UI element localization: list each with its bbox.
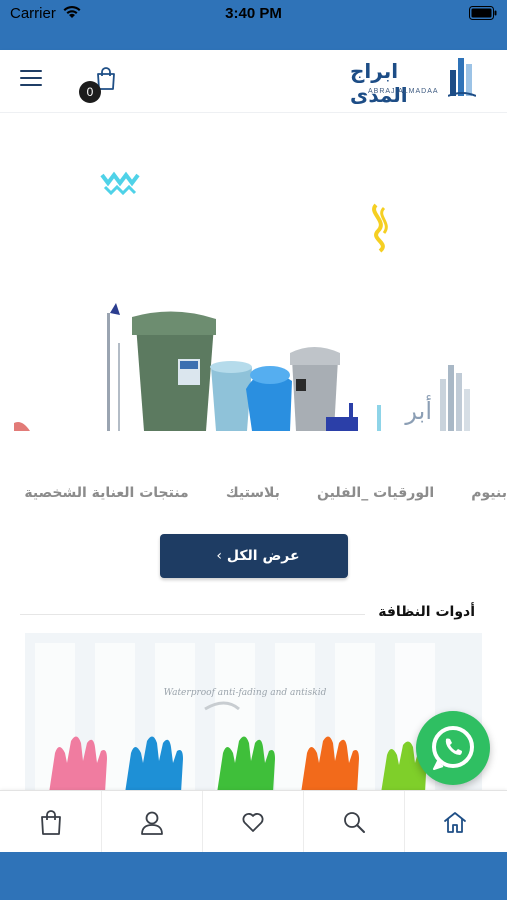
menu-icon-bar [20,70,42,72]
tab-account[interactable] [101,791,203,853]
category-item[interactable]: الورقيات _الفلين [317,485,434,501]
section-divider [20,614,365,615]
category-item[interactable]: منتجات العناية الشخصية [24,485,188,501]
building-logo-icon [448,58,476,97]
cleaning-gloves-illustration: Waterproof anti-fading and antiskid [25,633,482,793]
category-item[interactable]: بلاستيك [226,485,280,501]
menu-icon-bar [20,84,42,86]
category-strip: بنيوم الورقيات _الفلين بلاستيك منتجات ال… [0,482,507,504]
logo-text-arabic: ابراج المدى [350,59,408,107]
tab-wishlist[interactable] [202,791,304,853]
section-title: أدوات النظافة [378,604,475,620]
battery-icon [469,6,497,20]
tab-cart[interactable] [0,791,102,853]
heart-icon [242,813,264,832]
bottom-tab-bar [0,790,507,853]
section-product-image[interactable]: Waterproof anti-fading and antiskid [25,633,482,793]
product-image-caption: Waterproof anti-fading and antiskid [164,688,327,698]
app-header: 0 ابراج المدى ABRAJ ALMADAA [0,50,507,113]
cleaning-products-illustration: أبر [14,171,470,431]
cart-count-badge: 0 [79,81,101,103]
home-icon [444,812,466,833]
whatsapp-button[interactable] [416,711,490,785]
logo-text-english: ABRAJ ALMADAA [368,88,439,95]
menu-button[interactable] [20,70,42,88]
view-all-button[interactable]: ‹ عرض الكل [160,534,348,578]
hero-banner[interactable]: أبر [0,113,507,431]
tab-search[interactable] [303,791,405,853]
category-item[interactable]: بنيوم [471,485,507,501]
tab-home[interactable] [404,791,505,853]
banner-brand-mark: أبر [404,395,432,425]
shopping-bag-icon [41,810,61,835]
view-all-label: عرض الكل [226,548,300,564]
chevron-left-icon: ‹ [216,548,223,564]
search-icon [344,812,365,833]
home-indicator-area [0,852,507,900]
whatsapp-icon [432,726,474,770]
brand-logo[interactable]: ابراج المدى ABRAJ ALMADAA [350,56,480,107]
menu-icon-bar [20,77,42,79]
user-icon [141,811,163,835]
status-bar: Carrier 3:40 PM [0,0,507,50]
clock: 3:40 PM [225,5,282,22]
